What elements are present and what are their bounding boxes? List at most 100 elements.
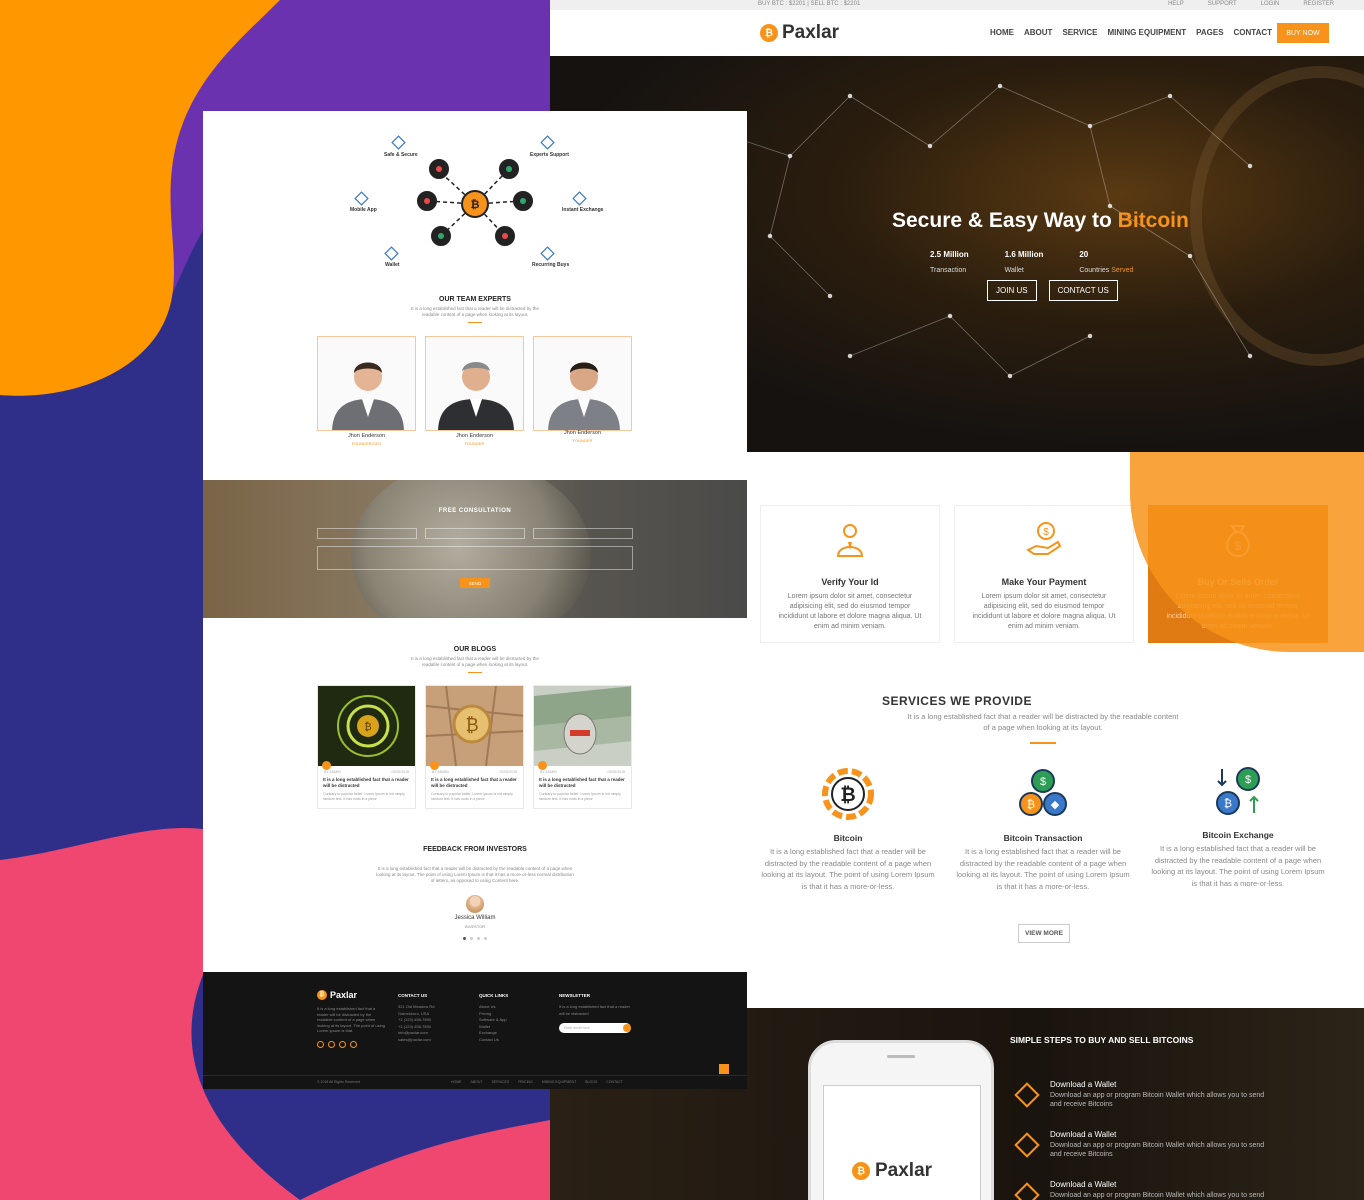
footer-menu-item[interactable]: BLOGS	[585, 1080, 597, 1084]
hand-coin-icon: $	[1026, 522, 1062, 555]
footer-newsletter: NEWSLETTER It is a long established fact…	[559, 993, 630, 1016]
svg-text:₿: ₿	[1027, 799, 1035, 811]
svg-text:$: $	[1245, 774, 1251, 786]
carousel-dot[interactable]	[477, 937, 480, 940]
svg-text:◆: ◆	[1051, 799, 1060, 811]
contact-us-button[interactable]: CONTACT US	[1048, 280, 1118, 301]
linkedin-icon[interactable]	[339, 1041, 346, 1048]
instagram-icon[interactable]	[350, 1041, 357, 1048]
stat-wallets: 1.6 Million Wallet	[1004, 250, 1044, 274]
edit-icon	[322, 761, 331, 770]
edit-icon	[430, 761, 439, 770]
team-member-card[interactable]	[533, 336, 632, 431]
footer-menu-item[interactable]: ABOUT	[471, 1080, 483, 1084]
send-button[interactable]: SEND	[460, 578, 490, 588]
title-underline	[1030, 742, 1056, 744]
carousel-dot[interactable]	[470, 937, 473, 940]
blog-image: ₿	[318, 686, 415, 766]
topbar-link-help[interactable]: HELP	[1168, 1, 1184, 7]
svg-text:₿: ₿	[364, 721, 371, 733]
join-us-button[interactable]: JOIN US	[987, 280, 1037, 301]
name-field[interactable]	[317, 528, 417, 539]
price-ticker: BUY BTC : $2201 | SELL BTC : $2201	[758, 1, 861, 7]
footer-menu-item[interactable]: MINING EQUIPMENT	[542, 1080, 576, 1084]
footer-menu-item[interactable]: PRICING	[518, 1080, 533, 1084]
site-logo[interactable]: ₿ Paxlar	[760, 22, 839, 44]
team-member-card[interactable]	[425, 336, 524, 431]
feature-safe-secure: Safe & Secure	[384, 152, 418, 158]
blog-card[interactable]: ₿ BY ADMIN 02/02/2018 It is a long establ…	[425, 685, 524, 809]
team-member-card[interactable]	[317, 336, 416, 431]
nav-mining-equipment[interactable]: MINING EQUIPMENT	[1107, 28, 1186, 37]
user-tie-icon	[836, 524, 864, 557]
nav-pages[interactable]: PAGES	[1196, 28, 1223, 37]
title-underline	[468, 322, 482, 323]
footer-link[interactable]: Contact Us	[479, 1037, 508, 1044]
feature-recurring-buys: Recurring Buys	[532, 262, 570, 268]
site-footer: ₿ Paxlar It is a long established fact t…	[203, 972, 747, 1089]
nav-contact[interactable]: CONTACT	[1234, 28, 1273, 37]
footer-link[interactable]: Software & App	[479, 1017, 508, 1024]
step-card-verify[interactable]: Verify Your Id Lorem ipsum dolor sit ame…	[760, 505, 940, 643]
facebook-icon[interactable]	[317, 1041, 324, 1048]
copyright: © 2018 All Rights Reserved	[317, 1080, 360, 1084]
view-more-button[interactable]: VIEW MORE	[1018, 924, 1070, 943]
hero-title: Secure & Easy Way to Bitcoin	[892, 209, 1189, 232]
footer-logo[interactable]: ₿ Paxlar	[317, 990, 357, 1000]
money-bag-icon: $	[1226, 525, 1250, 558]
blog-card[interactable]: ₿ BY ADMIN 02/02/2018 It is a long establ…	[317, 685, 416, 809]
newsletter-submit-button[interactable]	[623, 1024, 631, 1032]
consultation-title: FREE CONSULTATION	[438, 508, 512, 514]
team-member-role: FOUNDER/CEO	[351, 441, 382, 446]
phone-field[interactable]	[533, 528, 633, 539]
scroll-to-top-button[interactable]	[719, 1064, 729, 1074]
newsletter-email-input[interactable]: Enter email here	[559, 1023, 631, 1033]
carousel-dot[interactable]	[484, 937, 487, 940]
main-nav: HOME ABOUT SERVICE MINING EQUIPMENT PAGE…	[990, 28, 1272, 37]
email-field[interactable]	[425, 528, 525, 539]
team-member-name: Jhon Enderson	[348, 433, 385, 439]
phone-logo: ₿ Paxlar	[852, 1160, 932, 1182]
feature-mobile-app: Mobile App	[350, 207, 377, 213]
team-member-photo	[438, 362, 514, 430]
footer-bottom-bar: © 2018 All Rights Reserved HOME ABOUT SE…	[203, 1064, 747, 1089]
footer-about: It is a long established fact that a rea…	[317, 1006, 385, 1033]
team-member-photo	[548, 362, 620, 430]
carousel-dot[interactable]	[463, 937, 466, 940]
team-member-photo	[332, 362, 404, 430]
topbar-link-support[interactable]: SUPPORT	[1208, 1, 1237, 7]
blog-card[interactable]: BY ADMIN 02/02/2018 It is a long establis…	[533, 685, 632, 809]
topbar-link-login[interactable]: LOGIN	[1261, 1, 1280, 7]
svg-text:₿: ₿	[465, 715, 478, 735]
investor-name: Jessica William	[454, 915, 496, 921]
svg-text:$: $	[1235, 539, 1242, 553]
service-bitcoin[interactable]: ₿ Bitcoin It is a long established fact …	[758, 768, 938, 892]
team-member-name: Jhon Enderson	[456, 433, 493, 439]
nav-home[interactable]: HOME	[990, 28, 1014, 37]
nav-about[interactable]: ABOUT	[1024, 28, 1052, 37]
buy-now-button[interactable]: BUY NOW	[1277, 23, 1329, 43]
service-bitcoin-transaction[interactable]: $ ₿ ◆ Bitcoin Transaction It is a long e…	[953, 768, 1133, 892]
hero-stats: 2.5 Million Transaction 1.6 Million Wallet…	[930, 250, 1133, 277]
bitcoin-chat-logo-icon: ₿	[760, 24, 778, 42]
edit-icon	[538, 761, 547, 770]
svg-text:$: $	[1040, 776, 1046, 788]
footer-menu: HOME ABOUT SERVICES PRICING MINING EQUIP…	[451, 1080, 623, 1084]
footer-menu-item[interactable]: CONTACT	[606, 1080, 623, 1084]
team-title: OUR TEAM EXPERTS	[439, 296, 511, 303]
footer-menu-item[interactable]: SERVICES	[492, 1080, 510, 1084]
twitter-icon[interactable]	[328, 1041, 335, 1048]
svg-text:₿: ₿	[471, 199, 480, 211]
footer-menu-item[interactable]: HOME	[451, 1080, 462, 1084]
step-card-payment[interactable]: $ Make Your Payment Lorem ipsum dolor si…	[954, 505, 1134, 643]
stat-countries: 20 Countries Served	[1079, 250, 1134, 274]
features-diagram: ₿	[354, 135, 587, 261]
service-bitcoin-exchange[interactable]: $ ₿ Bitcoin Exchange It is a long establ…	[1148, 765, 1328, 889]
message-field[interactable]	[317, 546, 633, 570]
team-subtitle: It is a long established fact that a rea…	[411, 306, 539, 317]
nav-service[interactable]: SERVICE	[1062, 28, 1097, 37]
diamond-icon	[1014, 1082, 1040, 1108]
team-member-name: Jhon Enderson	[564, 430, 601, 436]
topbar-link-register[interactable]: REGISTER	[1303, 1, 1334, 7]
step-card-order[interactable]: $ Buy Or Sells Order Lorem ipsum dolor s…	[1148, 505, 1328, 643]
